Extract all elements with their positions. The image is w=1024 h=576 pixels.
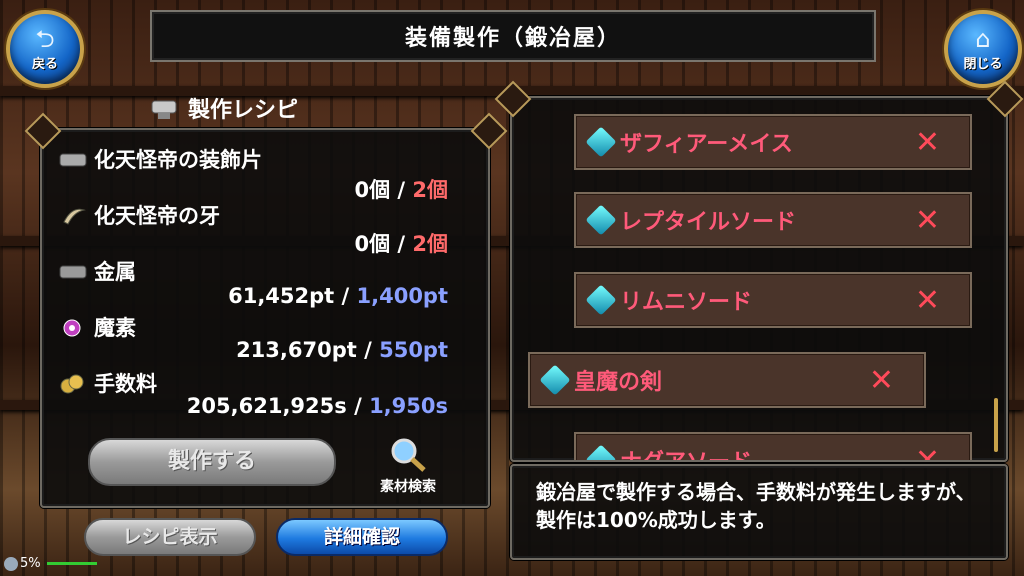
list-item[interactable]: ザフィアーメイス ✕: [574, 114, 972, 170]
status-percent: 5%: [20, 556, 41, 571]
separator: /: [397, 232, 406, 256]
unavailable-icon: ✕: [914, 202, 940, 238]
have-value: 0個: [354, 232, 391, 256]
metal-icon: [59, 265, 87, 279]
status-orb-icon: [4, 556, 18, 571]
material-quantity: 0個 / 2個: [354, 174, 448, 204]
material-name: 魔素: [94, 316, 136, 340]
craft-button[interactable]: 製作する: [88, 438, 336, 486]
need-value: 1,400pt: [356, 284, 449, 308]
item-list-panel: ザフィアーメイス ✕ レプタイルソード ✕ リムニソード ✕ 皇魔の剣 ✕ ナグ…: [510, 96, 1008, 462]
material-name: 化天怪帝の牙: [94, 204, 220, 228]
item-name: ザフィアーメイス: [620, 132, 793, 157]
material-quantity: 61,452pt / 1,400pt: [228, 284, 448, 308]
unavailable-icon: ✕: [914, 282, 940, 318]
status-indicator: 5%: [4, 556, 97, 571]
anvil-icon: [151, 100, 177, 119]
info-message: 鍛冶屋で製作する場合、手数料が発生しますが、製作は100%成功します。: [536, 480, 976, 532]
need-value: 550pt: [379, 338, 448, 362]
item-name: レプタイルソード: [620, 210, 797, 235]
unavailable-icon: ✕: [868, 362, 894, 398]
item-name: リムニソード: [620, 290, 753, 315]
return-arrow-icon: ⮌: [35, 24, 55, 53]
material-name: 化天怪帝の装飾片: [94, 148, 262, 172]
sword-icon: [539, 364, 571, 396]
material-row: 化天怪帝の牙: [58, 200, 220, 230]
detail-confirm-button[interactable]: 詳細確認: [276, 518, 448, 556]
have-value: 213,670pt: [236, 338, 357, 362]
home-icon: ⌂: [975, 24, 991, 53]
ingot-icon: [59, 153, 87, 167]
material-search-button[interactable]: 素材検索: [368, 436, 448, 496]
back-button[interactable]: ⮌ 戻る: [6, 10, 84, 88]
material-row: 化天怪帝の装飾片: [58, 144, 262, 174]
separator: /: [341, 284, 350, 308]
have-value: 205,621,925s: [186, 394, 347, 418]
recipe-header-label: 製作レシピ: [188, 98, 299, 123]
recipe-display-button[interactable]: レシピ表示: [84, 518, 256, 556]
list-item[interactable]: レプタイルソード ✕: [574, 192, 972, 248]
list-item[interactable]: リムニソード ✕: [574, 272, 972, 328]
fang-icon: [63, 208, 86, 225]
need-value: 1,950s: [369, 394, 448, 418]
need-value: 2個: [412, 232, 448, 256]
page-title: 装備製作（鍛冶屋）: [150, 10, 876, 62]
close-button[interactable]: ⌂ 閉じる: [944, 10, 1022, 88]
item-name: 皇魔の剣: [574, 370, 663, 395]
coins-icon: [60, 374, 84, 394]
sword-icon: [585, 204, 617, 236]
sword-icon: [585, 126, 617, 158]
material-quantity: 0個 / 2個: [354, 228, 448, 258]
need-value: 2個: [412, 178, 448, 202]
unavailable-icon: ✕: [914, 442, 940, 462]
status-bar: [46, 562, 97, 565]
list-item[interactable]: ナグアソード ✕: [574, 432, 972, 462]
separator: /: [364, 338, 372, 362]
material-name: 金属: [94, 260, 136, 284]
sword-icon: [585, 284, 617, 316]
scrollbar-thumb[interactable]: [994, 398, 998, 452]
back-label: 戻る: [31, 56, 58, 72]
have-value: 61,452pt: [228, 284, 335, 308]
material-row: 金属: [58, 256, 136, 286]
separator: /: [354, 394, 362, 418]
magnifier-icon: [391, 438, 426, 472]
have-value: 0個: [354, 178, 391, 202]
material-quantity: 213,670pt / 550pt: [236, 338, 448, 362]
material-search-label: 素材検索: [380, 479, 436, 495]
separator: /: [397, 178, 406, 202]
recipe-header: 製作レシピ: [150, 92, 298, 124]
close-label: 閉じる: [963, 56, 1003, 72]
material-row: 魔素: [58, 312, 136, 342]
unavailable-icon: ✕: [914, 124, 940, 160]
material-quantity: 205,621,925s / 1,950s: [187, 394, 448, 418]
list-item-selected[interactable]: 皇魔の剣 ✕: [528, 352, 926, 408]
material-name: 手数料: [94, 372, 157, 396]
item-name: ナグアソード: [620, 444, 915, 460]
material-row: 手数料: [58, 368, 157, 398]
magic-orb-icon: [63, 319, 81, 337]
sword-icon: [585, 444, 617, 460]
